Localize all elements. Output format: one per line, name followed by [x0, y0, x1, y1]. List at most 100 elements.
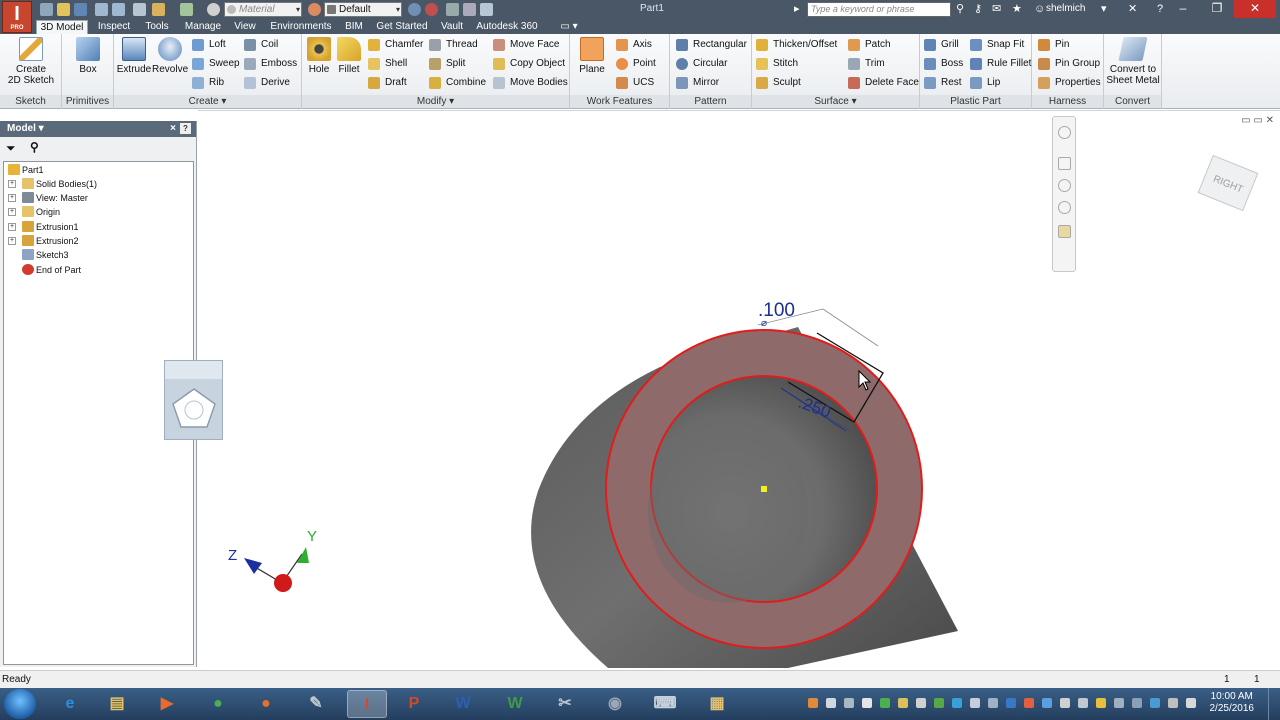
home-icon[interactable]: [133, 3, 146, 16]
revolve-button[interactable]: Revolve: [152, 37, 188, 75]
tray-audio-icon[interactable]: [1186, 698, 1196, 708]
tray-drive-icon[interactable]: [880, 698, 890, 708]
application-menu-button[interactable]: I PRO: [2, 1, 32, 33]
tray-volume-icon[interactable]: [970, 698, 980, 708]
zoom-icon[interactable]: [1058, 179, 1071, 192]
tab-vault[interactable]: Vault: [436, 20, 468, 34]
tree-node-extrusion2[interactable]: + Extrusion2: [8, 234, 79, 248]
tab-autodesk-360[interactable]: Autodesk 360: [474, 20, 540, 34]
save-icon[interactable]: [74, 3, 87, 16]
orbit-icon[interactable]: [1058, 201, 1071, 214]
tray-monitor-icon[interactable]: [988, 698, 998, 708]
open-file-icon[interactable]: [57, 3, 70, 16]
expand-icon[interactable]: +: [8, 223, 16, 231]
shell-button[interactable]: Shell: [368, 56, 407, 71]
taskbar-clock[interactable]: 10:00 AM 2/25/2016: [1210, 691, 1255, 715]
create-2d-sketch-button[interactable]: Create 2D Sketch: [4, 37, 58, 86]
mirror-button[interactable]: Mirror: [676, 75, 719, 90]
start-button[interactable]: [4, 689, 36, 719]
graphics-viewport[interactable]: ▭ ▭ ✕ .100 .250 ⌀ Z Y RIGHT: [164, 110, 1280, 668]
move-face-button[interactable]: Move Face: [493, 37, 559, 52]
view-cube[interactable]: RIGHT: [1197, 154, 1259, 212]
heads-up-widget[interactable]: [164, 360, 223, 440]
tray-misc-icon[interactable]: [1168, 698, 1178, 708]
trim-button[interactable]: Trim: [848, 56, 885, 71]
panel-title-surface[interactable]: Surface ▾: [752, 95, 919, 108]
tree-node-extrusion1[interactable]: + Extrusion1: [8, 220, 79, 234]
taskbar-snipping-icon[interactable]: ✂: [545, 690, 585, 718]
show-desktop-button[interactable]: [1268, 688, 1280, 720]
tray-alert-icon[interactable]: [1024, 698, 1034, 708]
taskbar-word-icon[interactable]: W: [443, 690, 483, 718]
update-icon[interactable]: [207, 3, 220, 16]
info-center-arrow-icon[interactable]: ▸: [794, 3, 800, 16]
tray-flag-icon[interactable]: [826, 698, 836, 708]
tree-node-origin[interactable]: + Origin: [8, 205, 60, 219]
user-menu-chevron-icon[interactable]: ▾: [1101, 3, 1107, 16]
taskbar-solidworks-icon[interactable]: W: [495, 690, 535, 718]
tray-shield-icon[interactable]: [862, 698, 872, 708]
tray-bluetooth-icon[interactable]: [1006, 698, 1016, 708]
split-button[interactable]: Split: [429, 56, 465, 71]
tab-tools[interactable]: Tools: [140, 20, 174, 34]
tray-speaker-icon[interactable]: [1060, 698, 1070, 708]
fillet-button[interactable]: Fillet: [334, 37, 364, 75]
steering-wheel-icon[interactable]: [1058, 126, 1071, 139]
tray-network-icon[interactable]: [844, 698, 854, 708]
tree-node-end-of-part[interactable]: End of Part: [22, 263, 81, 277]
pin-group-button[interactable]: Pin Group: [1038, 56, 1100, 71]
user-icon[interactable]: ☺: [1034, 3, 1045, 16]
tab-bim[interactable]: BIM: [340, 20, 368, 34]
look-at-icon[interactable]: [1058, 225, 1071, 238]
find-binoculars-icon[interactable]: ⚲: [30, 140, 39, 154]
thicken-offset-button[interactable]: Thicken/Offset: [756, 37, 837, 52]
taskbar-media-icon[interactable]: ▶: [147, 690, 187, 718]
tab-environments[interactable]: Environments: [266, 20, 336, 34]
tray-help-icon[interactable]: [1132, 698, 1142, 708]
taskbar-firefox-icon[interactable]: ●: [246, 690, 286, 718]
rest-button[interactable]: Rest: [924, 75, 962, 90]
expand-icon[interactable]: +: [8, 237, 16, 245]
clear-appearance-icon[interactable]: [425, 3, 438, 16]
circular-pattern-button[interactable]: Circular: [676, 56, 727, 71]
fx-icon[interactable]: [446, 3, 459, 16]
tray-display-icon[interactable]: [1114, 698, 1124, 708]
redo-icon[interactable]: [112, 3, 125, 16]
tab-get-started[interactable]: Get Started: [373, 20, 431, 34]
taskbar-keyboard-icon[interactable]: ⌨: [645, 690, 685, 718]
ucs-button[interactable]: UCS: [616, 75, 654, 90]
stitch-button[interactable]: Stitch: [756, 56, 798, 71]
tab-view[interactable]: View: [230, 20, 260, 34]
tray-keyboard-icon[interactable]: [1078, 698, 1088, 708]
restore-button[interactable]: ❐: [1200, 0, 1234, 18]
expand-icon[interactable]: +: [8, 208, 16, 216]
extrude-button[interactable]: Extrude: [116, 37, 152, 75]
lip-button[interactable]: Lip: [970, 75, 1000, 90]
appearance-icon[interactable]: [308, 3, 321, 16]
browser-close-icon[interactable]: ×: [170, 121, 176, 137]
rule-fillet-button[interactable]: Rule Fillet: [970, 56, 1031, 71]
tray-sync-icon[interactable]: [952, 698, 962, 708]
expand-icon[interactable]: +: [8, 194, 16, 202]
key-icon[interactable]: ⚷: [974, 3, 982, 16]
copy-object-button[interactable]: Copy Object: [493, 56, 565, 71]
coil-button[interactable]: Coil: [244, 37, 278, 52]
rectangular-pattern-button[interactable]: Rectangular: [676, 37, 747, 52]
browser-title[interactable]: Model ▾: [7, 123, 44, 134]
snap-fit-button[interactable]: Snap Fit: [970, 37, 1024, 52]
customize-icon[interactable]: [480, 3, 493, 16]
select-icon[interactable]: [180, 3, 193, 16]
help-icon[interactable]: ?: [1157, 3, 1163, 16]
taskbar-tool-icon[interactable]: ✎: [296, 690, 336, 718]
plane-button[interactable]: Plane: [574, 37, 610, 75]
boss-button[interactable]: Boss: [924, 56, 963, 71]
sweep-button[interactable]: Sweep: [192, 56, 240, 71]
draft-button[interactable]: Draft: [368, 75, 407, 90]
grill-button[interactable]: Grill: [924, 37, 959, 52]
taskbar-file-explorer-icon[interactable]: ▤: [97, 690, 137, 718]
appearance-combo[interactable]: Default ▾: [324, 2, 402, 17]
center-point[interactable]: [761, 486, 767, 492]
tray-battery-icon[interactable]: [934, 698, 944, 708]
taskbar-clipboard-icon[interactable]: ▦: [697, 690, 737, 718]
filter-icon[interactable]: ⏷: [6, 141, 16, 156]
